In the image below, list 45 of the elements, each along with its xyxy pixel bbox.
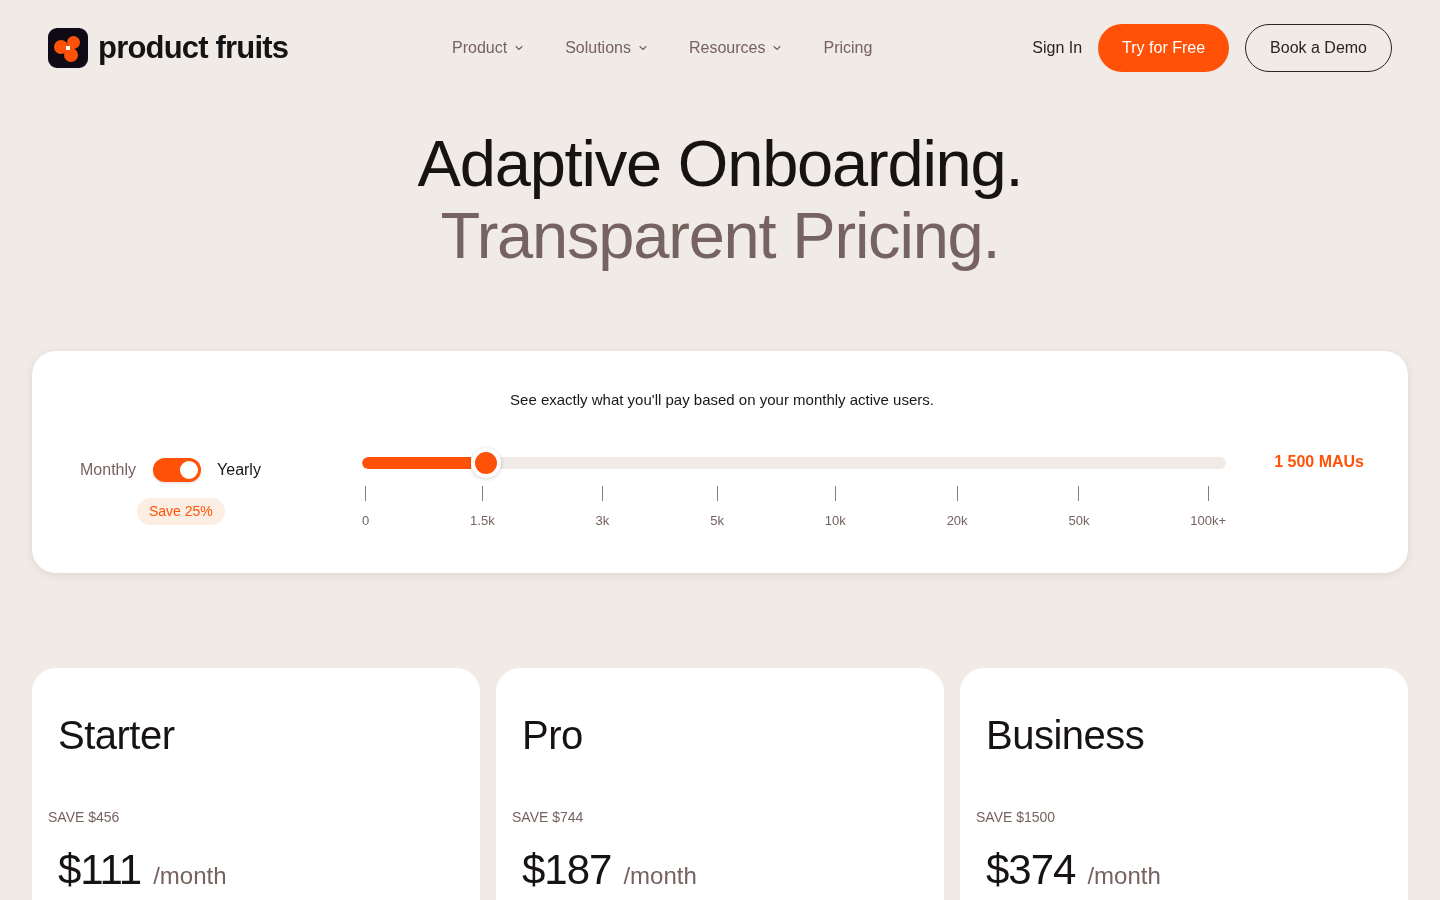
scale-label: 1.5k: [470, 513, 495, 529]
scale-tick: [481, 486, 483, 501]
billing-label: Monthly: [80, 460, 137, 480]
plan-price: $111: [58, 845, 142, 895]
scale-label: 20k: [946, 513, 968, 529]
sign-in-link[interactable]: Sign In: [1032, 36, 1083, 60]
scale-label: 3k: [595, 513, 610, 529]
mau-reading: 1 500 MAUs: [1274, 453, 1364, 470]
price-period: /month: [153, 861, 227, 891]
discount-badge: Save 25%: [137, 498, 225, 525]
scale-label: 5k: [710, 513, 724, 529]
scale-label: 10k: [824, 513, 846, 529]
plan-title: Starter: [58, 712, 175, 758]
scale-label: 50k: [1068, 513, 1090, 529]
scale-label: 100k+: [1190, 513, 1227, 529]
billing-toggle[interactable]: [153, 458, 202, 482]
nav-link[interactable]: Product: [452, 36, 526, 60]
scale-tick: [601, 486, 603, 501]
nav-link[interactable]: Solutions: [565, 36, 649, 60]
billing-label: Yearly: [217, 460, 261, 480]
nav-link[interactable]: Resources: [688, 36, 784, 60]
scale-tick: [1207, 486, 1209, 501]
scale-label: 0: [362, 513, 370, 529]
scale-tick: [834, 486, 836, 501]
price-period: /month: [1087, 861, 1161, 891]
savings-label: SAVE $456: [48, 808, 120, 827]
plan-price: $187: [522, 845, 612, 895]
hero-heading: Adaptive Onboarding.: [417, 128, 1023, 200]
plan-title: Business: [986, 712, 1145, 758]
plan-title: Pro: [522, 712, 583, 758]
nav-link[interactable]: Pricing: [823, 36, 873, 60]
calculator-caption: See exactly what you'll pay based on your monthly active users.: [509, 390, 935, 410]
logo-wordmark[interactable]: product fruits: [98, 24, 289, 72]
slider-track[interactable]: [362, 457, 1227, 469]
savings-label: SAVE $1500: [976, 808, 1056, 827]
logo-icon: [48, 28, 88, 68]
scale-tick: [956, 486, 958, 501]
plan-price: $374: [986, 845, 1076, 895]
scale-tick: [716, 486, 718, 501]
savings-label: SAVE $744: [512, 808, 584, 827]
try-free-button[interactable]: Try for Free: [1098, 24, 1230, 72]
scale-tick: [1078, 486, 1080, 501]
price-period: /month: [623, 861, 697, 891]
hero-subheading: Transparent Pricing.: [440, 200, 1000, 272]
scale-tick: [365, 486, 367, 501]
